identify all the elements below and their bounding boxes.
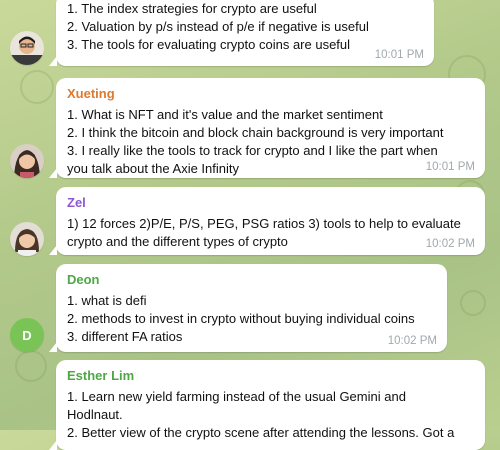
avatar[interactable] (10, 31, 44, 65)
message-line: 1. Learn new yield farming instead of th… (67, 389, 406, 404)
avatar[interactable] (10, 222, 44, 256)
sender-name[interactable]: Zel (67, 195, 475, 211)
message-time: 10:01 PM (425, 161, 475, 173)
message-line: 1) 12 forces 2)P/E, P/S, PEG, PSG ratios… (67, 216, 461, 231)
message-line: 3. different FA ratios (67, 329, 183, 344)
message-line: 3. I really like the tools to track for … (67, 143, 438, 158)
user-photo-icon (10, 31, 44, 65)
message-line: 3. The tools for evaluating crypto coins… (67, 37, 351, 52)
message-line: 1. What is NFT and it's value and the ma… (67, 107, 383, 122)
sender-name[interactable]: Xueting (67, 86, 475, 102)
sender-name[interactable]: Deon (67, 272, 437, 288)
background-doodle (460, 290, 486, 316)
message-line: crypto and the different types of crypto (67, 234, 288, 249)
sender-name[interactable]: Esther Lim (67, 368, 475, 384)
avatar[interactable]: D (10, 318, 44, 352)
message-time: 10:02 PM (425, 238, 475, 250)
message-line: 2. I think the bitcoin and block chain b… (67, 125, 444, 140)
message-line: 2. Valuation by p/s instead of p/e if ne… (67, 19, 369, 34)
message-line: 1. The index strategies for crypto are u… (67, 1, 317, 16)
message-bubble[interactable]: Esther Lim 1. Learn new yield farming in… (49, 360, 485, 450)
message-line: you talk about the Axie Infinity (67, 161, 239, 176)
message-time: 10:02 PM (387, 335, 437, 347)
message-bubble[interactable]: Zel 1) 12 forces 2)P/E, P/S, PEG, PSG ra… (49, 187, 485, 255)
message-bubble[interactable]: Xueting 1. What is NFT and it's value an… (49, 78, 485, 178)
background-doodle (15, 350, 47, 382)
message-line: Hodlnaut. (67, 407, 123, 422)
message-line: 1. what is defi (67, 293, 147, 308)
background-doodle (20, 70, 54, 104)
message-line: 2. Better view of the crypto scene after… (67, 425, 455, 440)
message-line: 2. methods to invest in crypto without b… (67, 311, 415, 326)
message-bubble[interactable]: 1. The index strategies for crypto are u… (49, 0, 434, 66)
message-time: 10:01 PM (374, 49, 424, 61)
user-photo-icon (10, 222, 44, 256)
message-bubble[interactable]: Deon 1. what is defi 2. methods to inves… (49, 264, 447, 352)
avatar[interactable] (10, 144, 44, 178)
user-photo-icon (10, 144, 44, 178)
